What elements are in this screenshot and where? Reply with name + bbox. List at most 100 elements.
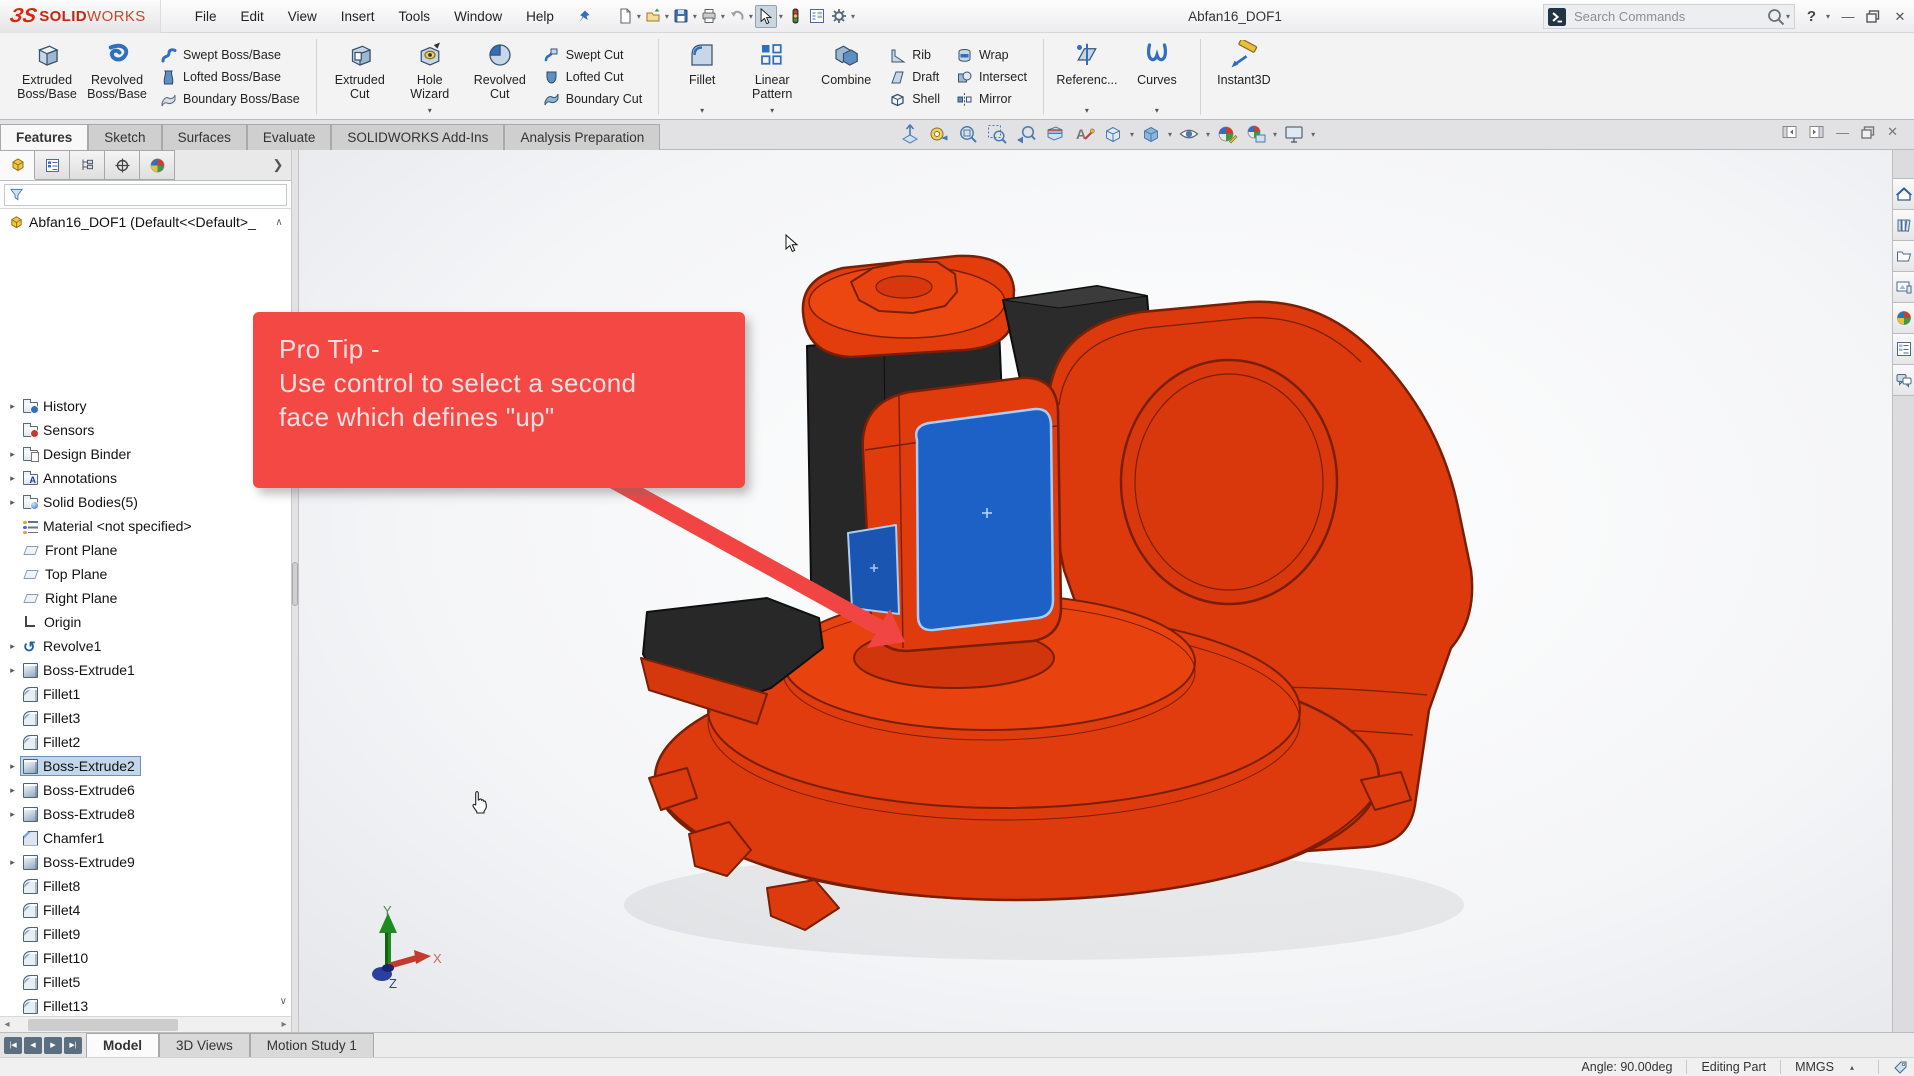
intersect-button[interactable]: Intersect	[950, 67, 1033, 87]
tree-item[interactable]: Fillet8	[0, 874, 292, 898]
wrap-button[interactable]: Wrap	[950, 45, 1033, 65]
help-button[interactable]: ?	[1807, 8, 1816, 25]
tree-item[interactable]: Boss-Extrude6	[0, 778, 292, 802]
viewport-restore-button[interactable]	[1861, 126, 1875, 139]
shell-button[interactable]: Shell	[883, 89, 946, 109]
graphics-viewport[interactable]: Y X Z	[299, 150, 1892, 1032]
commandmanager-tab[interactable]: SOLIDWORKS Add-Ins	[331, 124, 504, 150]
home-icon[interactable]	[1893, 179, 1914, 210]
revolved-boss-base-button[interactable]: Revolved Boss/Base	[84, 37, 150, 117]
panel-expand-chevron-icon[interactable]: ❯	[265, 150, 291, 180]
dropdown-caret-icon[interactable]: ▾	[637, 12, 641, 21]
select-tool-button[interactable]	[755, 5, 777, 28]
restore-button[interactable]	[1866, 10, 1882, 23]
panel-splitter[interactable]	[292, 150, 299, 1032]
status-units[interactable]: MMGS	[1795, 1060, 1834, 1074]
curves-button[interactable]: Curves ▾	[1124, 37, 1190, 117]
selected-face-large[interactable]	[916, 409, 1053, 630]
dropdown-caret-icon[interactable]: ▾	[1273, 130, 1277, 139]
settings-gear-icon[interactable]	[829, 5, 849, 27]
search-commands-icon[interactable]	[1548, 8, 1566, 26]
appearances-icon[interactable]	[1893, 303, 1914, 334]
last-tab-button[interactable]: ▶|	[64, 1037, 82, 1054]
tree-item[interactable]: Boss-Extrude8	[0, 802, 292, 826]
file-explorer-icon[interactable]	[1893, 241, 1914, 272]
tree-root-item[interactable]: Abfan16_DOF1 (Default<<Default>_ ∧	[0, 209, 291, 235]
open-document-button[interactable]	[643, 5, 663, 27]
scroll-down-icon[interactable]: ∨	[280, 996, 287, 1007]
tree-item[interactable]: Fillet4	[0, 898, 292, 922]
tree-item[interactable]: Material <not specified>	[0, 514, 292, 538]
configurationmanager-tab[interactable]	[70, 150, 105, 180]
expand-arrow-icon[interactable]	[5, 401, 20, 412]
reference-geometry-button[interactable]: Referenc... ▾	[1054, 37, 1120, 117]
units-caret-icon[interactable]: ▴	[1850, 1063, 1854, 1072]
menu-item[interactable]: File	[183, 0, 229, 33]
tree-item[interactable]: Origin	[0, 610, 292, 634]
expand-arrow-icon[interactable]	[5, 785, 20, 796]
save-button[interactable]	[671, 5, 691, 27]
dropdown-caret-icon[interactable]: ▾	[1168, 130, 1172, 139]
tree-filter-input[interactable]	[4, 184, 287, 206]
lofted-cut-button[interactable]: Lofted Cut	[537, 67, 648, 87]
dropdown-caret-icon[interactable]: ▾	[721, 12, 725, 21]
commandmanager-tab[interactable]: Analysis Preparation	[504, 124, 660, 150]
swept-cut-button[interactable]: Swept Cut	[537, 45, 648, 65]
fillet-button[interactable]: Fillet ▾	[669, 37, 735, 117]
revolved-cut-button[interactable]: Revolved Cut	[467, 37, 533, 117]
lofted-boss-base-button[interactable]: Lofted Boss/Base	[154, 67, 306, 87]
boundary-boss-base-button[interactable]: Boundary Boss/Base	[154, 89, 306, 109]
close-button[interactable]: ✕	[1892, 9, 1908, 25]
undo-button[interactable]	[727, 5, 747, 27]
swept-boss-base-button[interactable]: Swept Boss/Base	[154, 45, 306, 65]
expand-arrow-icon[interactable]	[5, 665, 20, 676]
pin-icon[interactable]	[576, 9, 591, 24]
print-button[interactable]	[699, 5, 719, 27]
3d-drawing-view-icon[interactable]	[898, 122, 922, 146]
tree-item[interactable]: Fillet1	[0, 682, 292, 706]
dropdown-caret-icon[interactable]: ▾	[1786, 12, 1790, 21]
hole-wizard-button[interactable]: Hole Wizard ▾	[397, 37, 463, 117]
status-tag-icon[interactable]	[1893, 1060, 1908, 1075]
view-settings-icon[interactable]	[1282, 122, 1306, 146]
commandmanager-tab[interactable]: Evaluate	[247, 124, 332, 150]
dynamic-annotation-views-icon[interactable]: A	[1072, 122, 1096, 146]
viewport-close-button[interactable]: ✕	[1887, 124, 1898, 140]
mirror-button[interactable]: Mirror	[950, 89, 1033, 109]
design-library-icon[interactable]	[1893, 210, 1914, 241]
menu-item[interactable]: Window	[442, 0, 514, 33]
model-circular-boss[interactable]	[1121, 360, 1337, 604]
rebuild-button[interactable]	[785, 5, 805, 27]
commandmanager-tab[interactable]: Sketch	[88, 124, 161, 150]
tree-item[interactable]: Fillet3	[0, 706, 292, 730]
splitter-handle[interactable]	[292, 562, 298, 606]
menu-item[interactable]: Edit	[228, 0, 275, 33]
search-commands-box[interactable]: Search Commands ▾	[1543, 4, 1795, 29]
scroll-up-icon[interactable]: ∧	[271, 217, 287, 228]
tree-item[interactable]: Boss-Extrude1	[0, 658, 292, 682]
tree-item[interactable]: Fillet10	[0, 946, 292, 970]
expand-arrow-icon[interactable]	[5, 449, 20, 460]
commandmanager-tab[interactable]: Features	[0, 124, 88, 150]
edit-appearance-icon[interactable]	[1215, 122, 1239, 146]
expand-arrow-icon[interactable]	[5, 809, 20, 820]
combine-button[interactable]: Combine	[813, 37, 879, 117]
propertymanager-tab[interactable]	[35, 150, 70, 180]
dropdown-caret-icon[interactable]: ▾	[851, 12, 855, 21]
tree-item[interactable]: Solid Bodies(5)	[0, 490, 292, 514]
expand-arrow-icon[interactable]	[5, 857, 20, 868]
tree-item[interactable]: Front Plane	[0, 538, 292, 562]
dropdown-caret-icon[interactable]: ▾	[1206, 130, 1210, 139]
dropdown-caret-icon[interactable]: ▾	[428, 106, 432, 117]
magnifier-icon[interactable]	[1766, 7, 1786, 27]
tree-item[interactable]: Top Plane	[0, 562, 292, 586]
draft-button[interactable]: Draft	[883, 67, 946, 87]
document-view-tab[interactable]: 3D Views	[159, 1033, 250, 1057]
dropdown-caret-icon[interactable]: ▾	[749, 12, 753, 21]
3d-model[interactable]	[299, 150, 1892, 1032]
tree-item[interactable]: Right Plane	[0, 586, 292, 610]
dropdown-caret-icon[interactable]: ▾	[779, 12, 783, 21]
tree-item[interactable]: Revolve1	[0, 634, 292, 658]
prev-tab-button[interactable]: ◀	[24, 1037, 42, 1054]
tree-item[interactable]: Boss-Extrude2	[0, 754, 292, 778]
